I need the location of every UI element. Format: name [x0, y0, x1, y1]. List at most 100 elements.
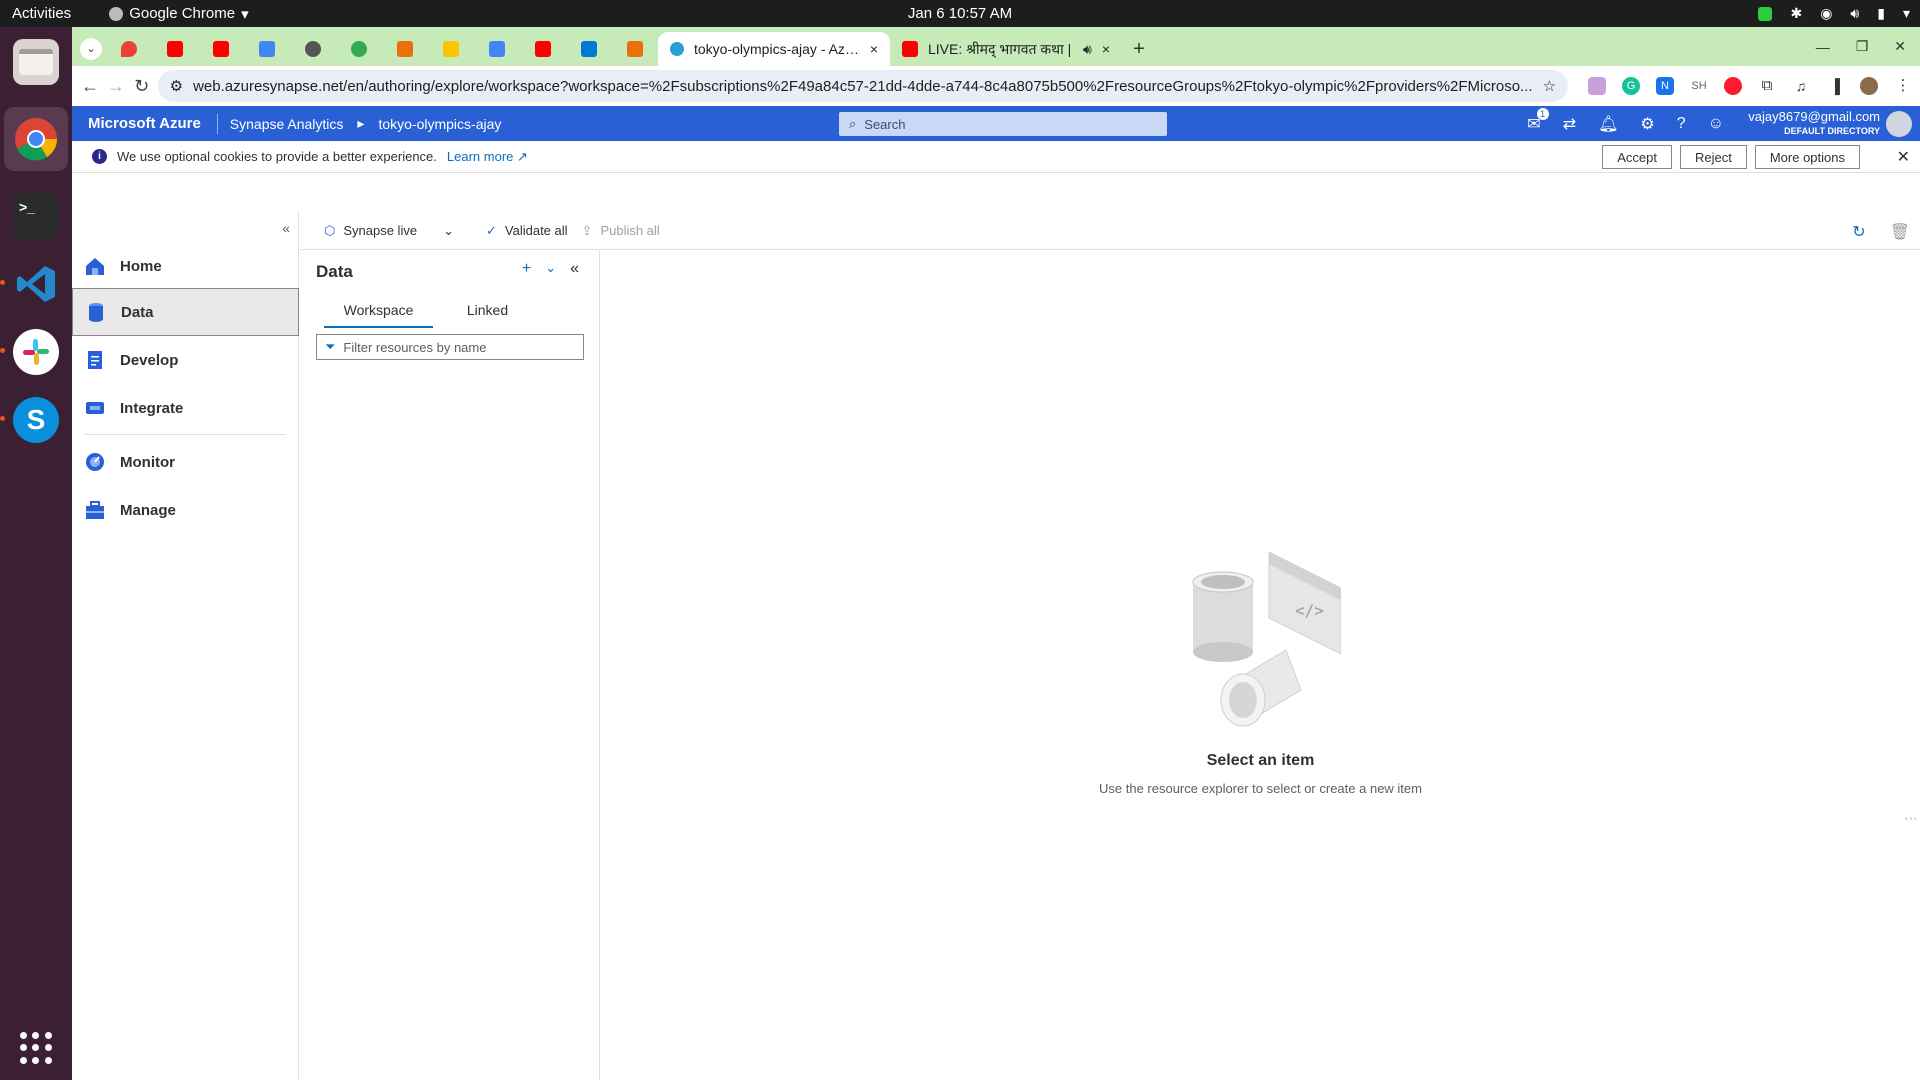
- media-controls-icon[interactable]: ♫: [1792, 77, 1811, 95]
- external-link-icon: ↗: [517, 148, 528, 164]
- maps-pin-icon: [121, 41, 137, 57]
- help-icon[interactable]: ?: [1677, 115, 1686, 133]
- address-bar[interactable]: ⚙ web.azuresynapse.net/en/authoring/expl…: [157, 70, 1569, 102]
- collapse-nav-icon[interactable]: «: [282, 220, 290, 236]
- stack-icon: [627, 41, 643, 57]
- system-top-bar: Activities Google Chrome ▾ Jan 6 10:57 A…: [0, 0, 1920, 27]
- pinned-tab[interactable]: [520, 32, 566, 66]
- vscode-app-icon[interactable]: [0, 261, 59, 307]
- new-tab-button[interactable]: +: [1122, 32, 1156, 66]
- pinned-tab[interactable]: [612, 32, 658, 66]
- feedback-icon[interactable]: ☺: [1708, 115, 1724, 133]
- validate-all-button[interactable]: ✓ Validate all: [486, 223, 568, 239]
- pinned-tab[interactable]: [382, 32, 428, 66]
- nav-item-home[interactable]: Home: [72, 242, 299, 290]
- activities-button[interactable]: Activities: [12, 5, 71, 22]
- close-window-icon[interactable]: ✕: [1894, 38, 1906, 55]
- bell-icon[interactable]: 🔔︎: [1598, 114, 1618, 134]
- site-info-icon[interactable]: ⚙: [170, 77, 183, 95]
- extension-n-icon[interactable]: N: [1656, 77, 1675, 95]
- app-menu-label: Google Chrome: [129, 5, 236, 22]
- wifi-icon: ◉: [1820, 5, 1833, 21]
- pinned-tab[interactable]: [290, 32, 336, 66]
- maximize-icon[interactable]: ❐: [1856, 38, 1869, 55]
- pinned-tab[interactable]: [106, 32, 152, 66]
- nav-item-integrate[interactable]: Integrate: [72, 384, 299, 432]
- tab-linked[interactable]: Linked: [433, 298, 542, 328]
- extension-sh-icon[interactable]: SH: [1690, 77, 1709, 95]
- refresh-icon[interactable]: ↻: [1852, 222, 1865, 242]
- notification-badge: 1: [1536, 107, 1549, 120]
- global-search[interactable]: ⌕ Search: [839, 112, 1167, 136]
- extension-icon[interactable]: [1588, 77, 1607, 95]
- expand-collapse-icon[interactable]: ⌄: [545, 260, 556, 278]
- files-app-icon[interactable]: [13, 39, 59, 85]
- pinned-tab[interactable]: [244, 32, 290, 66]
- nav-label: Monitor: [120, 453, 175, 471]
- close-tab-icon[interactable]: ×: [870, 41, 878, 57]
- left-nav: « Home Data Develop Integrate Monitor Ma…: [72, 212, 299, 1080]
- chrome-menu-icon[interactable]: ⋮: [1894, 77, 1913, 95]
- reload-button[interactable]: ↻: [132, 69, 152, 103]
- tab-youtube-live[interactable]: LIVE: श्रीमद् भागवत कथा | 🔊︎ ×: [890, 32, 1122, 66]
- chrome-window: ⌄ tokyo-olympics-ajay - Azure × LIVE: श्…: [72, 27, 1920, 1080]
- opera-icon[interactable]: [1724, 77, 1743, 95]
- add-resource-icon[interactable]: +: [522, 260, 531, 278]
- system-tray[interactable]: ✱ ◉ 🔊︎ ▮ ▾: [1758, 0, 1910, 27]
- pinned-tab[interactable]: [428, 32, 474, 66]
- learn-more-link[interactable]: Learn more ↗: [447, 149, 528, 165]
- extensions-puzzle-icon[interactable]: ⧉: [1758, 77, 1777, 95]
- back-button[interactable]: ←: [80, 69, 100, 103]
- synapse-live-dropdown[interactable]: ⬡ Synapse live ⌄: [324, 223, 454, 239]
- show-applications-icon[interactable]: [20, 1032, 52, 1064]
- announcements-icon[interactable]: ✉ 1: [1527, 107, 1549, 134]
- grammarly-icon[interactable]: G: [1622, 77, 1641, 95]
- pinned-tab[interactable]: [152, 32, 198, 66]
- pinned-tab[interactable]: [198, 32, 244, 66]
- skype-app-icon[interactable]: S: [0, 397, 59, 443]
- side-panel-icon[interactable]: ▐: [1826, 77, 1845, 95]
- breadcrumb-workspace[interactable]: tokyo-olympics-ajay: [378, 116, 501, 132]
- forward-button[interactable]: →: [106, 69, 126, 103]
- directory-switch-icon[interactable]: ⇄: [1563, 114, 1576, 134]
- avatar[interactable]: [1886, 111, 1912, 137]
- pinned-tab[interactable]: [336, 32, 382, 66]
- nav-item-develop[interactable]: Develop: [72, 336, 299, 384]
- terminal-app-icon[interactable]: >_: [13, 193, 59, 239]
- pinned-tab[interactable]: [474, 32, 520, 66]
- tab-search-button[interactable]: ⌄: [76, 32, 106, 66]
- nav-label: Data: [121, 303, 154, 321]
- globe-icon: [305, 41, 321, 57]
- app-menu[interactable]: Google Chrome ▾: [109, 5, 249, 23]
- azure-brand[interactable]: Microsoft Azure: [72, 113, 218, 134]
- collapse-panel-icon[interactable]: «: [570, 260, 579, 278]
- synapse-icon: ⬡: [324, 222, 336, 238]
- filter-input[interactable]: ⏷ Filter resources by name: [316, 334, 584, 360]
- close-banner-icon[interactable]: ✕: [1897, 147, 1910, 167]
- profile-avatar[interactable]: [1860, 77, 1879, 95]
- publish-all-button[interactable]: ⇪ Publish all: [582, 223, 660, 239]
- nav-item-manage[interactable]: Manage: [72, 486, 299, 534]
- more-options-button[interactable]: More options: [1754, 145, 1860, 169]
- nav-item-data[interactable]: Data: [72, 288, 299, 336]
- slack-app-icon[interactable]: [0, 329, 59, 375]
- gear-icon[interactable]: ⚙: [1640, 114, 1654, 134]
- pinned-tab[interactable]: [566, 32, 612, 66]
- chevron-right-icon: ▸: [357, 115, 365, 131]
- breadcrumb-synapse[interactable]: Synapse Analytics: [230, 116, 344, 132]
- account-info[interactable]: vajay8679@gmail.com DEFAULT DIRECTORY: [1748, 109, 1880, 139]
- close-tab-icon[interactable]: ×: [1102, 41, 1110, 57]
- discard-icon[interactable]: 🗑︎: [1890, 222, 1910, 242]
- tab-synapse[interactable]: tokyo-olympics-ajay - Azure ×: [658, 32, 890, 66]
- home-icon: [84, 255, 106, 277]
- audio-playing-icon[interactable]: 🔊︎: [1083, 41, 1092, 58]
- tab-workspace[interactable]: Workspace: [324, 298, 433, 328]
- minimize-icon[interactable]: —: [1816, 39, 1830, 55]
- bookmark-star-icon[interactable]: ☆: [1543, 77, 1556, 95]
- reject-button[interactable]: Reject: [1679, 145, 1747, 169]
- system-clock[interactable]: Jan 6 10:57 AM: [908, 5, 1012, 22]
- accept-button[interactable]: Accept: [1602, 145, 1672, 169]
- side-panel-handle-icon[interactable]: ⋯: [1904, 810, 1920, 834]
- chrome-dock-icon[interactable]: [4, 107, 68, 171]
- nav-item-monitor[interactable]: Monitor: [72, 438, 299, 486]
